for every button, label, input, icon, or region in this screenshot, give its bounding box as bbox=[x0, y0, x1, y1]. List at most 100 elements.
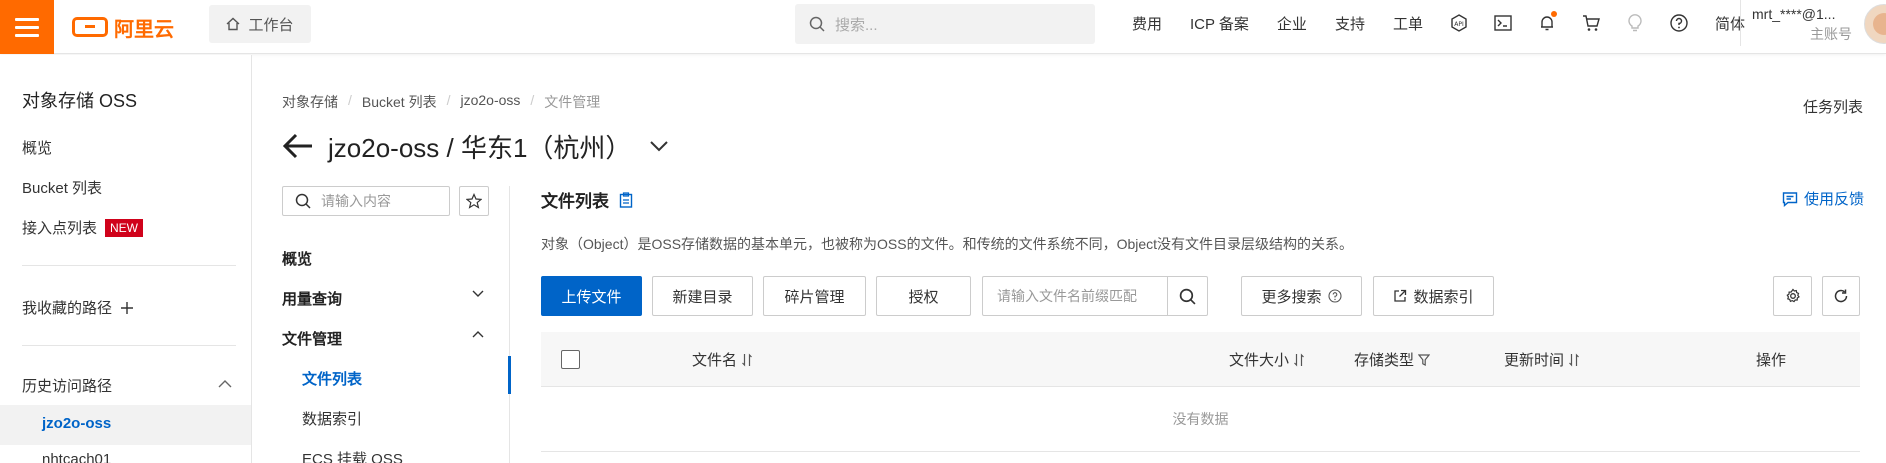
clipboard-icon[interactable] bbox=[619, 191, 633, 208]
col-filename[interactable]: 文件名 bbox=[692, 349, 753, 370]
col-actions-label: 操作 bbox=[1756, 352, 1787, 369]
search-icon bbox=[1179, 288, 1196, 305]
empty-state: 没有数据 bbox=[541, 387, 1860, 452]
bell-icon[interactable] bbox=[1525, 11, 1569, 32]
sidebar-divider bbox=[22, 345, 236, 346]
subnav-overview[interactable]: 概览 bbox=[282, 248, 496, 269]
avatar[interactable] bbox=[1864, 4, 1886, 44]
language-switch[interactable]: 简体 bbox=[1701, 13, 1759, 34]
topbar-divider bbox=[1740, 0, 1741, 46]
search-icon bbox=[809, 16, 825, 32]
nav-ticket[interactable]: 工单 bbox=[1379, 13, 1437, 34]
task-list-link[interactable]: 任务列表 bbox=[1803, 96, 1863, 117]
breadcrumb-separator: / bbox=[530, 92, 535, 108]
data-index-button[interactable]: 数据索引 bbox=[1373, 276, 1494, 316]
refresh-icon bbox=[1834, 289, 1848, 303]
aliyun-logo[interactable]: 阿里云 bbox=[72, 12, 174, 42]
breadcrumb-oss[interactable]: 对象存储 bbox=[282, 92, 338, 112]
sidebar-history[interactable]: 历史访问路径 bbox=[22, 375, 232, 396]
filter-icon[interactable] bbox=[1418, 353, 1431, 367]
bucket-nav: 请输入内容 概览 用量查询 文件管理 文件列表 数据索引 ECS 挂载 OSS bbox=[282, 186, 511, 463]
feedback-link[interactable]: 使用反馈 bbox=[1782, 188, 1864, 209]
settings-button[interactable] bbox=[1773, 276, 1812, 316]
subnav-file-mgmt[interactable]: 文件管理 bbox=[282, 328, 496, 349]
chevron-up-icon bbox=[218, 380, 232, 388]
subnav-data-index[interactable]: 数据索引 bbox=[302, 408, 362, 429]
subnav-ecs-mount[interactable]: ECS 挂载 OSS bbox=[302, 448, 403, 463]
sidebar-favorites[interactable]: 我收藏的路径 bbox=[22, 297, 134, 318]
select-all-checkbox[interactable] bbox=[561, 350, 580, 369]
history-item-jzo2o-oss[interactable]: jzo2o-oss bbox=[42, 415, 111, 432]
gear-icon bbox=[1785, 288, 1800, 303]
page-header: jzo2o-oss / 华东1（杭州） bbox=[282, 126, 669, 166]
breadcrumb-separator: / bbox=[348, 92, 352, 108]
home-icon bbox=[227, 17, 240, 31]
more-search-label: 更多搜索 bbox=[1261, 288, 1322, 306]
nav-enterprise[interactable]: 企业 bbox=[1263, 13, 1321, 34]
api-icon[interactable]: API bbox=[1437, 14, 1481, 32]
file-search-button[interactable] bbox=[1167, 277, 1207, 315]
subnav-file-list[interactable]: 文件列表 bbox=[302, 368, 362, 389]
data-index-label: 数据索引 bbox=[1413, 288, 1474, 306]
subnav-usage[interactable]: 用量查询 bbox=[282, 288, 496, 309]
svg-text:API: API bbox=[1454, 21, 1464, 28]
sidebar: 对象存储 OSS 概览 Bucket 列表 接入点列表 NEW 我收藏的路径 历… bbox=[0, 55, 252, 463]
fragment-mgmt-button[interactable]: 碎片管理 bbox=[763, 276, 866, 316]
chevron-down-icon[interactable] bbox=[649, 140, 669, 152]
refresh-button[interactable] bbox=[1822, 276, 1860, 316]
sort-icon[interactable] bbox=[1568, 353, 1580, 367]
breadcrumb-bucket-list[interactable]: Bucket 列表 bbox=[362, 92, 437, 112]
sort-icon[interactable] bbox=[741, 353, 753, 367]
history-item-next[interactable]: nhtcach01 bbox=[42, 451, 111, 463]
account-name: mrt_****@1... bbox=[1752, 6, 1836, 22]
breadcrumb-bucket[interactable]: jzo2o-oss bbox=[460, 92, 520, 112]
sort-icon[interactable] bbox=[1293, 353, 1305, 367]
chevron-up-icon bbox=[472, 331, 484, 338]
upload-button[interactable]: 上传文件 bbox=[541, 276, 642, 316]
chevron-down-icon bbox=[472, 290, 484, 297]
account-menu[interactable]: mrt_****@1... 主账号 bbox=[1752, 4, 1852, 44]
favorite-star-button[interactable] bbox=[459, 186, 489, 216]
subnav-overview-label: 概览 bbox=[282, 251, 313, 268]
sidebar-item-access-points-label: 接入点列表 bbox=[22, 220, 98, 237]
history-label: 历史访问路径 bbox=[22, 378, 113, 395]
more-search-button[interactable]: 更多搜索 bbox=[1241, 276, 1362, 316]
global-search-input[interactable]: 搜索... bbox=[795, 4, 1095, 44]
new-badge: NEW bbox=[105, 218, 144, 237]
help-icon[interactable] bbox=[1657, 14, 1701, 32]
favorites-label: 我收藏的路径 bbox=[22, 300, 113, 317]
workbench-button[interactable]: 工作台 bbox=[209, 5, 311, 43]
back-arrow-icon[interactable] bbox=[282, 133, 314, 159]
sidebar-item-overview-label: 概览 bbox=[22, 140, 53, 157]
nav-billing[interactable]: 费用 bbox=[1118, 13, 1176, 34]
brand-name: 阿里云 bbox=[114, 18, 174, 41]
file-search-input[interactable]: 请输入文件名前缀匹配 bbox=[982, 276, 1208, 316]
col-updated[interactable]: 更新时间 bbox=[1504, 349, 1580, 370]
aliyun-logo-mark bbox=[72, 17, 108, 37]
nav-support[interactable]: 支持 bbox=[1321, 13, 1379, 34]
page-title: jzo2o-oss / 华东1（杭州） bbox=[328, 132, 632, 163]
top-bar: 阿里云 工作台 搜索... 费用 ICP 备案 企业 支持 工单 API 简体 … bbox=[0, 0, 1886, 54]
nav-search-input[interactable]: 请输入内容 bbox=[282, 186, 450, 216]
sidebar-item-access-points[interactable]: 接入点列表 NEW bbox=[22, 217, 144, 238]
history-item-active-bg bbox=[0, 405, 251, 445]
col-filesize-label: 文件大小 bbox=[1229, 352, 1290, 369]
hamburger-menu-icon[interactable] bbox=[0, 0, 54, 54]
nav-icp[interactable]: ICP 备案 bbox=[1176, 13, 1263, 34]
col-filesize[interactable]: 文件大小 bbox=[1229, 349, 1305, 370]
sidebar-item-bucket-list[interactable]: Bucket 列表 bbox=[22, 177, 102, 198]
col-storage-class[interactable]: 存储类型 bbox=[1354, 349, 1431, 370]
terminal-icon[interactable] bbox=[1481, 15, 1525, 31]
sidebar-item-bucket-list-label: Bucket 列表 bbox=[22, 180, 103, 197]
help-circle-icon bbox=[1327, 289, 1342, 303]
cart-icon[interactable] bbox=[1569, 14, 1613, 32]
account-role: 主账号 bbox=[1810, 26, 1852, 42]
lightbulb-icon[interactable] bbox=[1613, 14, 1657, 32]
new-directory-button[interactable]: 新建目录 bbox=[652, 276, 753, 316]
subnav-file-mgmt-label: 文件管理 bbox=[282, 331, 343, 348]
sidebar-item-overview[interactable]: 概览 bbox=[22, 137, 52, 158]
breadcrumb: 对象存储 / Bucket 列表 / jzo2o-oss / 文件管理 bbox=[282, 92, 600, 112]
authorize-button[interactable]: 授权 bbox=[876, 276, 971, 316]
file-list-description: 对象（Object）是OSS存储数据的基本单元，也被称为OSS的文件。和传统的文… bbox=[541, 236, 1354, 252]
plus-icon[interactable] bbox=[120, 301, 134, 315]
